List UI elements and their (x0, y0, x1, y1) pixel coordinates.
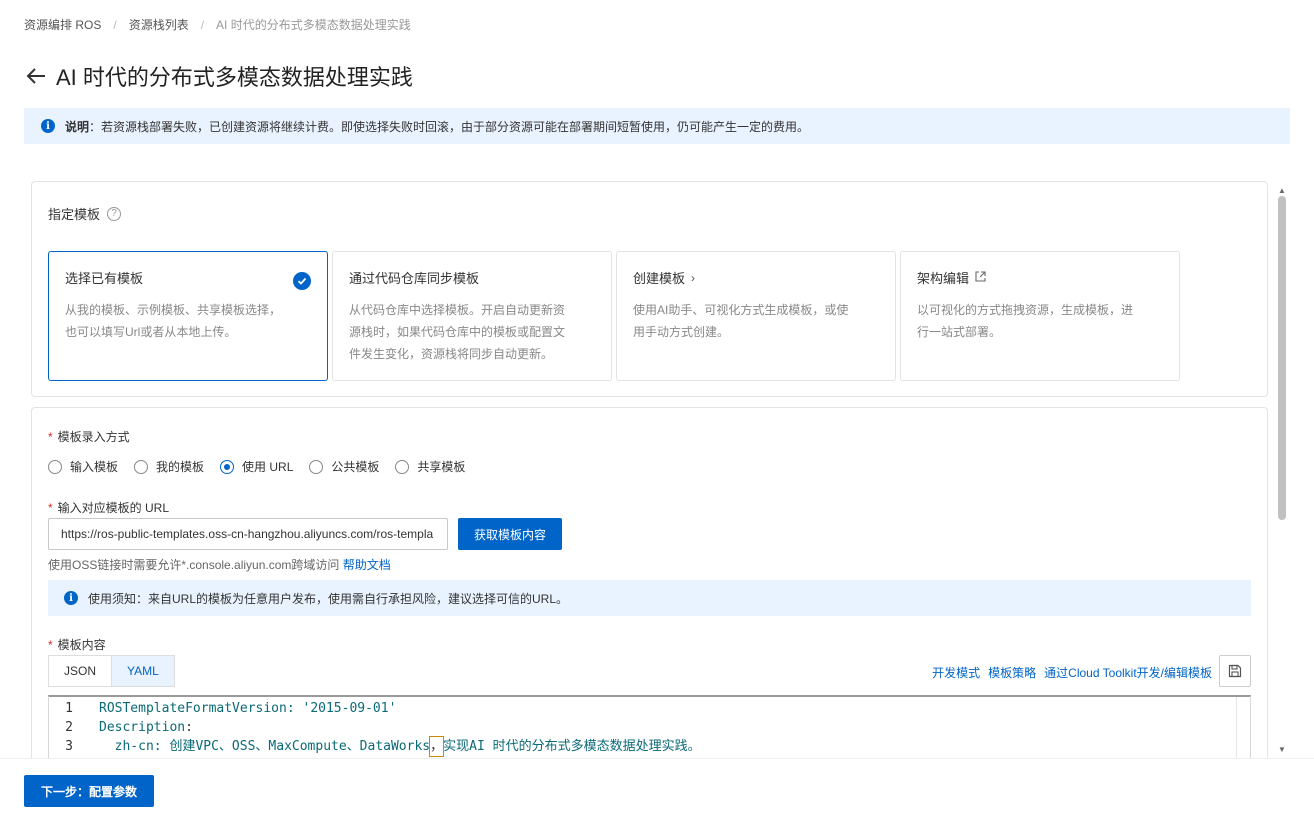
url-usage-notice: i 使用须知：来自URL的模板为任意用户发布，使用需自行承担风险，建议选择可信的… (48, 580, 1251, 616)
line-number: 2 (65, 720, 73, 735)
chevron-right-icon: › (691, 270, 696, 285)
card-desc: 从我的模板、示例模板、共享模板选择，也可以填写Url或者从本地上传。 (65, 303, 282, 339)
url-field-label: * 输入对应模板的 URL (48, 501, 170, 515)
line-number: 3 (65, 739, 73, 754)
card-title: 选择已有模板 (65, 271, 144, 286)
external-link-icon (975, 270, 986, 285)
template-input-panel: * 模板录入方式 输入模板 我的模板 使用 URL 公共模板 共享模板 * 输入对应… (31, 407, 1268, 758)
card-desc: 以可视化的方式拖拽资源，生成模板，进行一站式部署。 (917, 303, 1134, 339)
editor-toolbar-links: 开发模式 模板策略 通过Cloud Toolkit开发/编辑模板 (924, 664, 1212, 681)
code-line: 3 zh-cn: 创建VPC、OSS、MaxCompute、DataWorks，… (49, 736, 1250, 757)
card-architecture-editor[interactable]: 架构编辑 以可视化的方式拖拽资源，生成模板，进行一站式部署。 (900, 251, 1180, 381)
format-tabs: JSON YAML (48, 655, 175, 687)
template-select-panel: 指定模板 ? 选择已有模板 从我的模板、示例模板、共享模板选择，也可以填写Url… (31, 181, 1268, 397)
info-icon: i (64, 591, 78, 605)
help-icon[interactable]: ? (107, 206, 122, 221)
back-arrow-icon[interactable] (24, 64, 48, 88)
editor-scrollbar[interactable] (1236, 697, 1250, 758)
footer-bar: 下一步：配置参数 (0, 758, 1314, 822)
next-step-button[interactable]: 下一步：配置参数 (24, 775, 154, 807)
fetch-template-button[interactable]: 获取模板内容 (458, 518, 562, 550)
card-desc: 使用AI助手、可视化方式生成模板，或使用手动方式创建。 (633, 303, 849, 339)
card-title: 架构编辑 (917, 271, 970, 286)
template-url-input[interactable] (48, 518, 448, 550)
code-key: ROSTemplateFormatVersion (99, 701, 287, 716)
check-circle-icon (293, 272, 311, 290)
radio-circle-selected[interactable] (220, 459, 235, 474)
code-value: : '2015-09-01' (286, 701, 397, 716)
radio-circle[interactable] (134, 459, 149, 474)
oss-hint: 使用OSS链接时需要允许*.console.aliyun.com跨域访问 帮助文… (48, 558, 391, 572)
breadcrumb-separator: / (200, 17, 205, 32)
info-icon: i (41, 119, 55, 133)
input-method-radio-group: 输入模板 我的模板 使用 URL 公共模板 共享模板 (48, 458, 481, 475)
tab-yaml[interactable]: YAML (112, 655, 175, 687)
code-key: zh-cn (99, 739, 154, 754)
code-value: : (185, 720, 193, 735)
scrollbar-thumb[interactable] (1278, 196, 1286, 520)
notice-label: 说明 (65, 119, 90, 134)
line-number: 1 (65, 701, 73, 716)
breadcrumb-current: AI 时代的分布式多模态数据处理实践 (216, 18, 411, 32)
code-value: : 创建VPC、OSS、MaxCompute、DataWorks (153, 739, 431, 754)
notice-text: ：若资源栈部署失败，已创建资源将继续计费。即使选择失败时回滚，由于部分资源可能在… (89, 119, 810, 134)
cloud-toolkit-link[interactable]: 通过Cloud Toolkit开发/编辑模板 (1044, 664, 1212, 681)
required-mark: * (48, 501, 53, 515)
card-existing-template[interactable]: 选择已有模板 从我的模板、示例模板、共享模板选择，也可以填写Url或者从本地上传… (48, 251, 328, 381)
card-repo-sync-template[interactable]: 通过代码仓库同步模板 从代码仓库中选择模板。开启自动更新资源栈时，如果代码仓库中… (332, 251, 612, 381)
scroll-down-icon[interactable]: ▼ (1278, 745, 1286, 754)
url-notice-text: 使用须知：来自URL的模板为任意用户发布，使用需自行承担风险，建议选择可信的UR… (88, 591, 569, 606)
page-title-row: AI 时代的分布式多模态数据处理实践 (24, 60, 413, 92)
tab-json[interactable]: JSON (48, 655, 113, 687)
required-mark: * (48, 430, 53, 444)
yaml-code-editor[interactable]: 1 ROSTemplateFormatVersion: '2015-09-01'… (48, 695, 1251, 758)
card-title: 通过代码仓库同步模板 (349, 271, 480, 286)
dev-mode-link[interactable]: 开发模式 (932, 664, 980, 681)
code-line: 1 ROSTemplateFormatVersion: '2015-09-01' (49, 699, 1250, 718)
radio-public-template[interactable]: 公共模板 (309, 458, 379, 475)
required-mark: * (48, 638, 53, 652)
code-key: Description (99, 720, 186, 735)
scroll-up-icon[interactable]: ▲ (1278, 186, 1286, 195)
text-cursor: ， (429, 736, 445, 757)
breadcrumb-separator: / (113, 17, 117, 32)
specify-template-label: 指定模板 ? (48, 204, 122, 223)
radio-circle[interactable] (48, 459, 62, 474)
template-content-label: * 模板内容 (48, 638, 106, 652)
code-line: 2 Description: (49, 718, 1250, 737)
page-scrollbar[interactable]: ▲ ▼ (1276, 186, 1288, 754)
radio-use-url[interactable]: 使用 URL (220, 458, 293, 475)
radio-input-template[interactable]: 输入模板 (48, 458, 118, 475)
breadcrumb-ros[interactable]: 资源编排 ROS (24, 16, 101, 33)
help-doc-link[interactable]: 帮助文档 (343, 558, 391, 572)
deploy-notice: i 说明 ：若资源栈部署失败，已创建资源将继续计费。即使选择失败时回滚，由于部分… (24, 108, 1290, 144)
page-title: AI 时代的分布式多模态数据处理实践 (56, 65, 413, 90)
breadcrumb: 资源编排 ROS / 资源栈列表 / AI 时代的分布式多模态数据处理实践 (24, 16, 411, 33)
save-icon[interactable] (1219, 655, 1251, 687)
template-policy-link[interactable]: 模板策略 (988, 664, 1036, 681)
input-method-label: * 模板录入方式 (48, 430, 130, 444)
radio-circle[interactable] (309, 459, 324, 474)
code-value: 实现AI 时代的分布式多模态数据处理实践。 (443, 739, 701, 754)
radio-my-template[interactable]: 我的模板 (134, 458, 204, 475)
card-create-template[interactable]: 创建模板 › 使用AI助手、可视化方式生成模板，或使用手动方式创建。 (616, 251, 896, 381)
content-scroll-area: 指定模板 ? 选择已有模板 从我的模板、示例模板、共享模板选择，也可以填写Url… (0, 170, 1314, 758)
radio-circle[interactable] (395, 459, 410, 474)
breadcrumb-stack-list[interactable]: 资源栈列表 (129, 16, 189, 33)
card-title: 创建模板 (633, 271, 686, 286)
card-desc: 从代码仓库中选择模板。开启自动更新资源栈时，如果代码仓库中的模板或配置文件发生变… (349, 303, 566, 361)
radio-shared-template[interactable]: 共享模板 (395, 458, 465, 475)
